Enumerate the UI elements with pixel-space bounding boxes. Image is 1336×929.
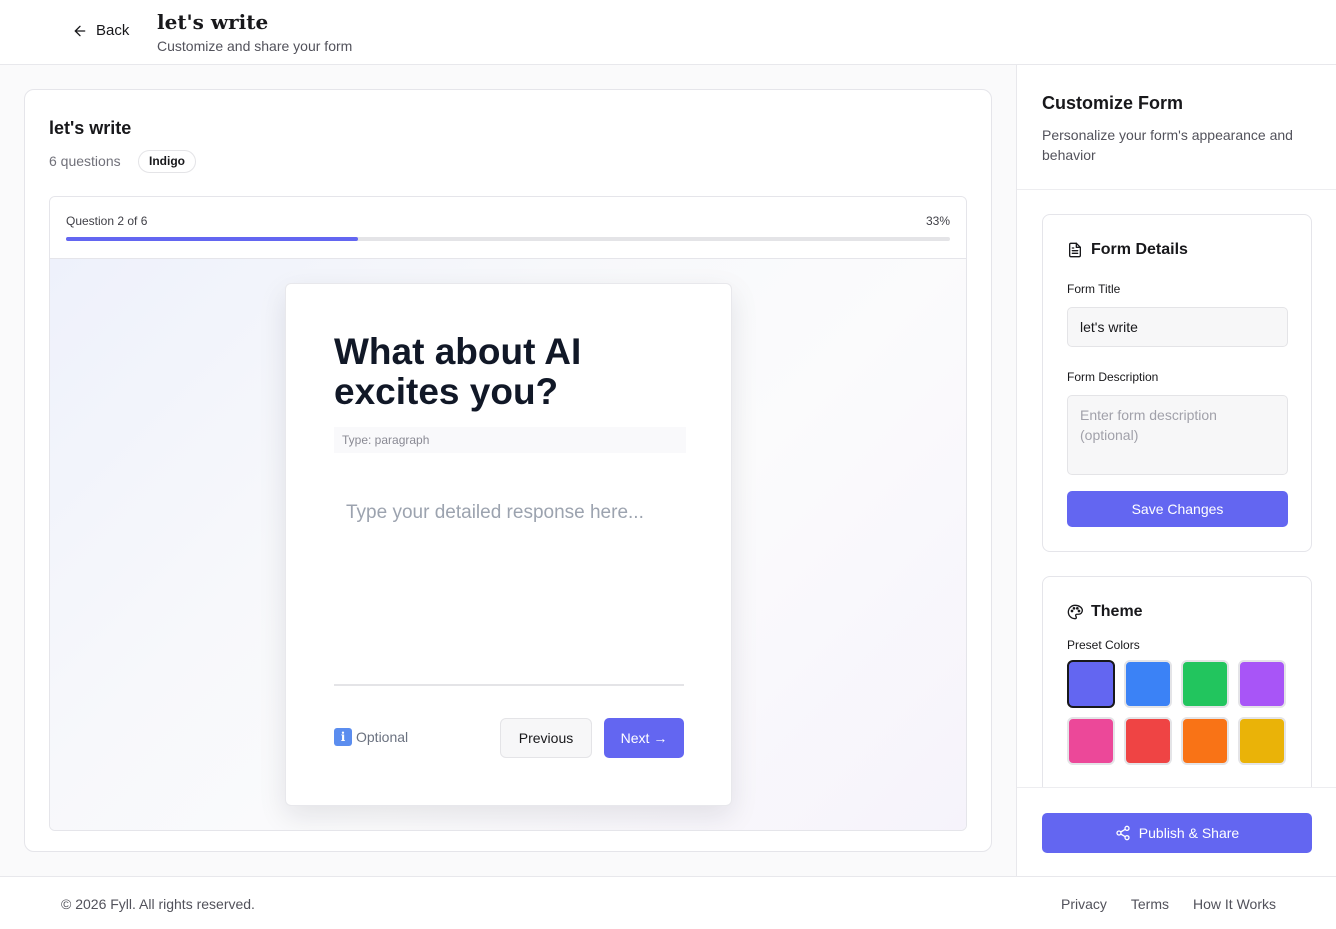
form-preview-card: let's write 6 questions Indigo Question … [24,89,992,852]
form-preview-frame: Question 2 of 6 33% What about AI excite… [49,196,967,831]
swatch-purple[interactable] [1238,660,1286,708]
footer-links: Privacy Terms How It Works [1061,896,1276,912]
theme-label: Theme [1091,603,1143,620]
publish-bar: Publish & Share [1017,787,1336,876]
form-title-label: Form Title [1067,282,1121,296]
next-button[interactable]: Next → [604,718,684,758]
progress-track [66,237,950,241]
document-icon [1069,242,1081,258]
preset-color-swatches [1067,660,1286,765]
save-changes-button[interactable]: Save Changes [1067,491,1288,527]
share-icon [1116,825,1130,841]
arrow-left-icon [74,25,86,36]
question-count: 6 questions [49,153,121,169]
copyright-text: © 2026 Fyll. All rights reserved. [61,896,255,912]
swatch-orange[interactable] [1181,717,1229,765]
previous-button[interactable]: Previous [500,718,592,758]
sidebar-header: Customize Form Personalize your form's a… [1017,65,1336,190]
optional-indicator: i Optional [334,728,408,746]
info-icon: i [334,728,352,746]
progress-fill [66,237,358,241]
publish-label: Publish & Share [1138,825,1240,841]
page-title: let's write [157,10,269,34]
progress-header: Question 2 of 6 33% [50,197,966,259]
theme-badge: Indigo [138,150,196,173]
optional-label: Optional [356,729,409,745]
footer-link-terms[interactable]: Terms [1131,896,1169,912]
page-footer: © 2026 Fyll. All rights reserved. Privac… [0,876,1336,929]
answer-textarea[interactable] [334,484,684,686]
question-type-label: Type: paragraph [334,427,686,453]
progress-percent: 33% [925,214,950,228]
publish-share-button[interactable]: Publish & Share [1042,813,1312,853]
form-details-heading: Form Details [1067,241,1188,259]
customize-sidebar: Customize Form Personalize your form's a… [1016,65,1336,876]
preset-colors-label: Preset Colors [1067,638,1140,652]
palette-icon [1067,604,1083,620]
progress-label: Question 2 of 6 [66,214,148,228]
form-details-label: Form Details [1091,241,1188,258]
swatch-indigo[interactable] [1067,660,1115,708]
swatch-red[interactable] [1124,717,1172,765]
back-label: Back [96,22,130,39]
top-header: Back let's write Customize and share you… [0,0,1336,65]
preview-background: What about AI excites you? Type: paragra… [50,259,966,830]
question-card: What about AI excites you? Type: paragra… [285,283,732,806]
swatch-green[interactable] [1181,660,1229,708]
preview-form-title: let's write [49,118,132,138]
form-title-input[interactable] [1067,307,1288,347]
form-description-input[interactable] [1067,395,1288,475]
theme-panel: Theme Preset Colors [1042,576,1312,816]
sidebar-description: Personalize your form's appearance and b… [1042,127,1293,163]
swatch-pink[interactable] [1067,717,1115,765]
question-text: What about AI excites you? [334,331,582,412]
form-details-panel: Form Details Form Title Form Description… [1042,214,1312,552]
footer-link-how-it-works[interactable]: How It Works [1193,896,1276,912]
sidebar-title: Customize Form [1042,93,1184,113]
footer-link-privacy[interactable]: Privacy [1061,896,1107,912]
swatch-yellow[interactable] [1238,717,1286,765]
theme-heading: Theme [1067,603,1143,621]
back-button[interactable]: Back [72,22,129,39]
swatch-blue[interactable] [1124,660,1172,708]
form-description-label: Form Description [1067,370,1159,384]
page-subtitle: Customize and share your form [157,38,353,54]
